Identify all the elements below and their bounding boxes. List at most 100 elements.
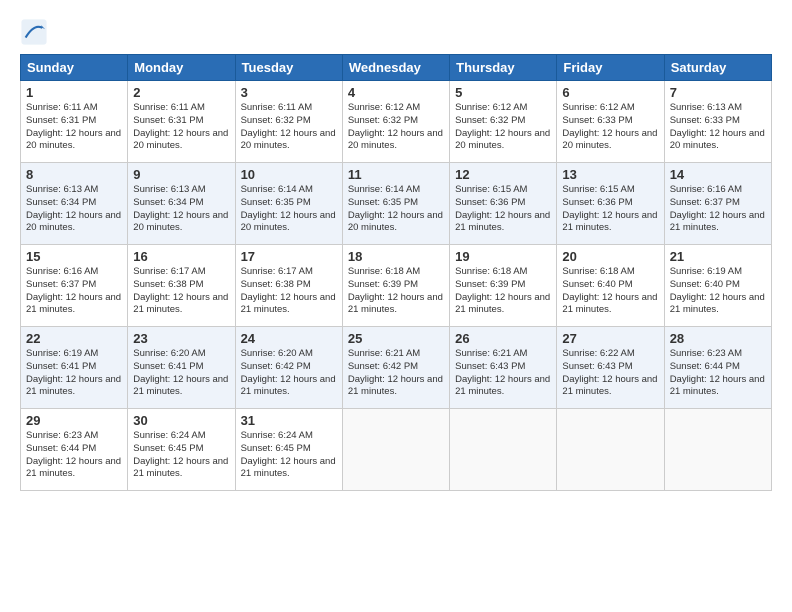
- day-info: Sunrise: 6:12 AM Sunset: 6:32 PM Dayligh…: [455, 102, 551, 153]
- day-info: Sunrise: 6:12 AM Sunset: 6:32 PM Dayligh…: [348, 102, 444, 153]
- day-cell: 5 Sunrise: 6:12 AM Sunset: 6:32 PM Dayli…: [450, 81, 557, 163]
- column-header-tuesday: Tuesday: [235, 55, 342, 81]
- week-row-1: 1 Sunrise: 6:11 AM Sunset: 6:31 PM Dayli…: [21, 81, 772, 163]
- day-info: Sunrise: 6:12 AM Sunset: 6:33 PM Dayligh…: [562, 102, 658, 153]
- day-cell: 14 Sunrise: 6:16 AM Sunset: 6:37 PM Dayl…: [664, 163, 771, 245]
- day-info: Sunrise: 6:11 AM Sunset: 6:31 PM Dayligh…: [26, 102, 122, 153]
- day-info: Sunrise: 6:13 AM Sunset: 6:33 PM Dayligh…: [670, 102, 766, 153]
- day-cell: 25 Sunrise: 6:21 AM Sunset: 6:42 PM Dayl…: [342, 327, 449, 409]
- day-number: 9: [133, 167, 229, 182]
- calendar-body: 1 Sunrise: 6:11 AM Sunset: 6:31 PM Dayli…: [21, 81, 772, 491]
- day-number: 22: [26, 331, 122, 346]
- week-row-5: 29 Sunrise: 6:23 AM Sunset: 6:44 PM Dayl…: [21, 409, 772, 491]
- day-cell: 3 Sunrise: 6:11 AM Sunset: 6:32 PM Dayli…: [235, 81, 342, 163]
- day-info: Sunrise: 6:21 AM Sunset: 6:43 PM Dayligh…: [455, 348, 551, 399]
- day-cell: 12 Sunrise: 6:15 AM Sunset: 6:36 PM Dayl…: [450, 163, 557, 245]
- calendar-header-row: SundayMondayTuesdayWednesdayThursdayFrid…: [21, 55, 772, 81]
- day-cell: [664, 409, 771, 491]
- day-cell: 29 Sunrise: 6:23 AM Sunset: 6:44 PM Dayl…: [21, 409, 128, 491]
- day-number: 12: [455, 167, 551, 182]
- day-number: 29: [26, 413, 122, 428]
- day-number: 8: [26, 167, 122, 182]
- day-cell: 7 Sunrise: 6:13 AM Sunset: 6:33 PM Dayli…: [664, 81, 771, 163]
- day-cell: 9 Sunrise: 6:13 AM Sunset: 6:34 PM Dayli…: [128, 163, 235, 245]
- day-cell: 24 Sunrise: 6:20 AM Sunset: 6:42 PM Dayl…: [235, 327, 342, 409]
- day-number: 20: [562, 249, 658, 264]
- day-info: Sunrise: 6:24 AM Sunset: 6:45 PM Dayligh…: [241, 430, 337, 481]
- day-info: Sunrise: 6:13 AM Sunset: 6:34 PM Dayligh…: [133, 184, 229, 235]
- day-number: 13: [562, 167, 658, 182]
- day-cell: 21 Sunrise: 6:19 AM Sunset: 6:40 PM Dayl…: [664, 245, 771, 327]
- day-info: Sunrise: 6:16 AM Sunset: 6:37 PM Dayligh…: [670, 184, 766, 235]
- day-number: 4: [348, 85, 444, 100]
- day-cell: 15 Sunrise: 6:16 AM Sunset: 6:37 PM Dayl…: [21, 245, 128, 327]
- day-info: Sunrise: 6:18 AM Sunset: 6:39 PM Dayligh…: [348, 266, 444, 317]
- column-header-monday: Monday: [128, 55, 235, 81]
- day-number: 21: [670, 249, 766, 264]
- week-row-2: 8 Sunrise: 6:13 AM Sunset: 6:34 PM Dayli…: [21, 163, 772, 245]
- column-header-saturday: Saturday: [664, 55, 771, 81]
- day-cell: [450, 409, 557, 491]
- logo-icon: [20, 18, 48, 46]
- day-number: 27: [562, 331, 658, 346]
- day-info: Sunrise: 6:24 AM Sunset: 6:45 PM Dayligh…: [133, 430, 229, 481]
- day-number: 3: [241, 85, 337, 100]
- day-cell: 1 Sunrise: 6:11 AM Sunset: 6:31 PM Dayli…: [21, 81, 128, 163]
- day-number: 14: [670, 167, 766, 182]
- day-cell: 30 Sunrise: 6:24 AM Sunset: 6:45 PM Dayl…: [128, 409, 235, 491]
- day-cell: 23 Sunrise: 6:20 AM Sunset: 6:41 PM Dayl…: [128, 327, 235, 409]
- day-number: 24: [241, 331, 337, 346]
- day-cell: 10 Sunrise: 6:14 AM Sunset: 6:35 PM Dayl…: [235, 163, 342, 245]
- day-cell: 19 Sunrise: 6:18 AM Sunset: 6:39 PM Dayl…: [450, 245, 557, 327]
- day-info: Sunrise: 6:11 AM Sunset: 6:32 PM Dayligh…: [241, 102, 337, 153]
- column-header-sunday: Sunday: [21, 55, 128, 81]
- day-number: 6: [562, 85, 658, 100]
- day-info: Sunrise: 6:17 AM Sunset: 6:38 PM Dayligh…: [133, 266, 229, 317]
- day-info: Sunrise: 6:23 AM Sunset: 6:44 PM Dayligh…: [26, 430, 122, 481]
- day-cell: 31 Sunrise: 6:24 AM Sunset: 6:45 PM Dayl…: [235, 409, 342, 491]
- day-cell: 22 Sunrise: 6:19 AM Sunset: 6:41 PM Dayl…: [21, 327, 128, 409]
- day-info: Sunrise: 6:19 AM Sunset: 6:40 PM Dayligh…: [670, 266, 766, 317]
- day-cell: 13 Sunrise: 6:15 AM Sunset: 6:36 PM Dayl…: [557, 163, 664, 245]
- day-number: 2: [133, 85, 229, 100]
- day-number: 28: [670, 331, 766, 346]
- day-number: 18: [348, 249, 444, 264]
- day-number: 19: [455, 249, 551, 264]
- day-cell: 4 Sunrise: 6:12 AM Sunset: 6:32 PM Dayli…: [342, 81, 449, 163]
- day-info: Sunrise: 6:18 AM Sunset: 6:39 PM Dayligh…: [455, 266, 551, 317]
- day-cell: 2 Sunrise: 6:11 AM Sunset: 6:31 PM Dayli…: [128, 81, 235, 163]
- day-info: Sunrise: 6:17 AM Sunset: 6:38 PM Dayligh…: [241, 266, 337, 317]
- day-number: 31: [241, 413, 337, 428]
- day-info: Sunrise: 6:20 AM Sunset: 6:41 PM Dayligh…: [133, 348, 229, 399]
- day-cell: 6 Sunrise: 6:12 AM Sunset: 6:33 PM Dayli…: [557, 81, 664, 163]
- day-cell: 20 Sunrise: 6:18 AM Sunset: 6:40 PM Dayl…: [557, 245, 664, 327]
- day-info: Sunrise: 6:22 AM Sunset: 6:43 PM Dayligh…: [562, 348, 658, 399]
- day-number: 26: [455, 331, 551, 346]
- day-info: Sunrise: 6:15 AM Sunset: 6:36 PM Dayligh…: [562, 184, 658, 235]
- day-number: 23: [133, 331, 229, 346]
- day-info: Sunrise: 6:23 AM Sunset: 6:44 PM Dayligh…: [670, 348, 766, 399]
- day-number: 30: [133, 413, 229, 428]
- page: SundayMondayTuesdayWednesdayThursdayFrid…: [0, 0, 792, 501]
- day-number: 10: [241, 167, 337, 182]
- day-number: 7: [670, 85, 766, 100]
- day-cell: 8 Sunrise: 6:13 AM Sunset: 6:34 PM Dayli…: [21, 163, 128, 245]
- day-cell: [557, 409, 664, 491]
- day-number: 11: [348, 167, 444, 182]
- day-number: 15: [26, 249, 122, 264]
- week-row-3: 15 Sunrise: 6:16 AM Sunset: 6:37 PM Dayl…: [21, 245, 772, 327]
- day-cell: [342, 409, 449, 491]
- day-number: 16: [133, 249, 229, 264]
- day-cell: 16 Sunrise: 6:17 AM Sunset: 6:38 PM Dayl…: [128, 245, 235, 327]
- column-header-thursday: Thursday: [450, 55, 557, 81]
- day-info: Sunrise: 6:15 AM Sunset: 6:36 PM Dayligh…: [455, 184, 551, 235]
- day-cell: 27 Sunrise: 6:22 AM Sunset: 6:43 PM Dayl…: [557, 327, 664, 409]
- day-number: 25: [348, 331, 444, 346]
- logo: [20, 18, 52, 46]
- header: [20, 18, 772, 46]
- day-info: Sunrise: 6:14 AM Sunset: 6:35 PM Dayligh…: [241, 184, 337, 235]
- day-info: Sunrise: 6:20 AM Sunset: 6:42 PM Dayligh…: [241, 348, 337, 399]
- day-info: Sunrise: 6:21 AM Sunset: 6:42 PM Dayligh…: [348, 348, 444, 399]
- day-number: 5: [455, 85, 551, 100]
- column-header-friday: Friday: [557, 55, 664, 81]
